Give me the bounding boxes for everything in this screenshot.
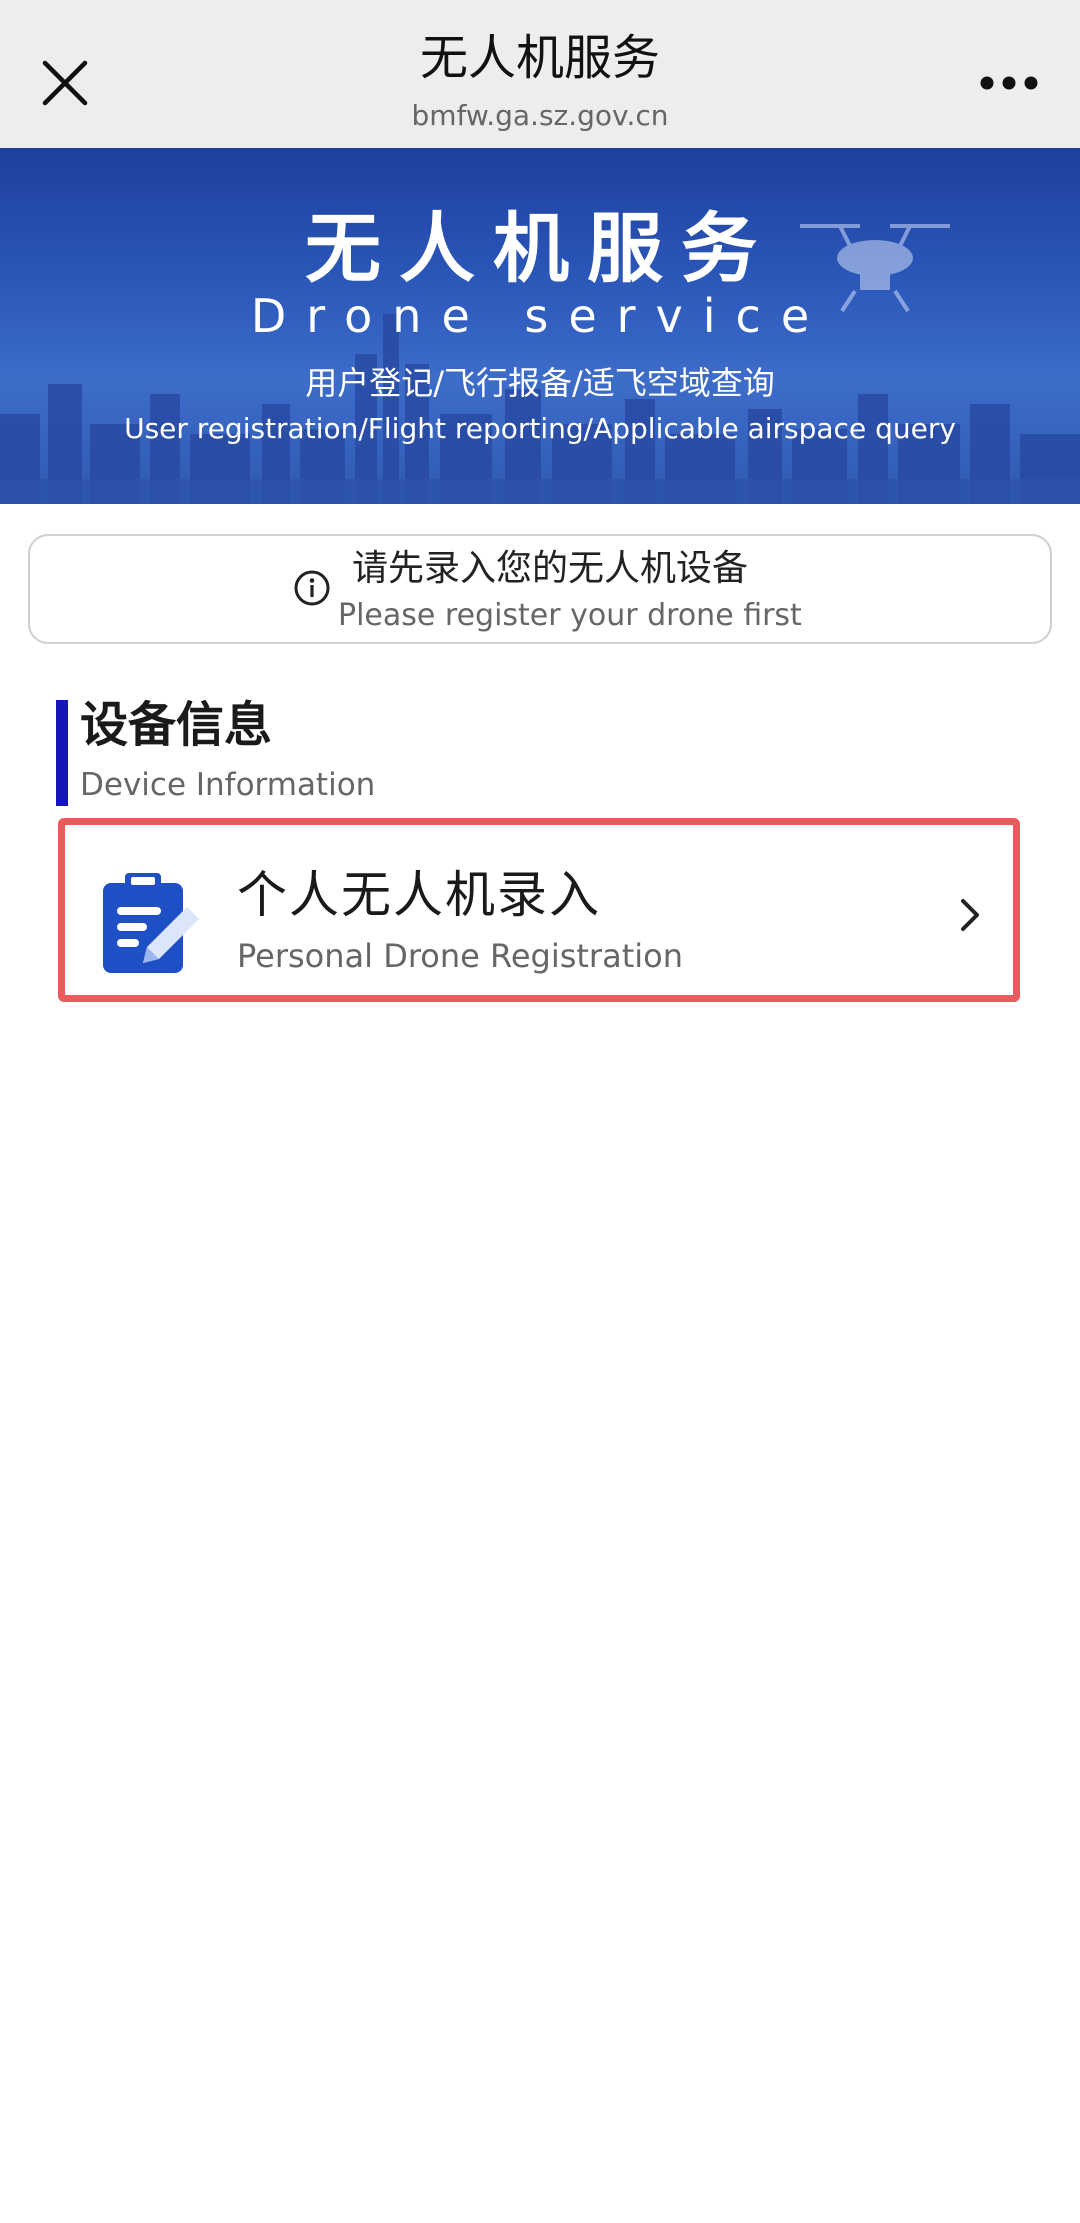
section-accent-bar: [56, 700, 68, 806]
page-title: 无人机服务: [419, 30, 660, 86]
registration-title: 个人无人机录入: [237, 866, 601, 924]
notice-box: 请先录入您的无人机设备 Please register your drone f…: [28, 534, 1052, 644]
banner-subtitle-en: User registration/Flight reporting/Appli…: [124, 412, 956, 445]
section-subtitle: Device Information: [80, 767, 376, 803]
clipboard-edit-icon: [103, 873, 199, 973]
banner-title-en: Drone service: [250, 289, 830, 343]
more-button[interactable]: [974, 60, 1044, 106]
notice-text-en: Please register your drone first: [338, 598, 802, 633]
banner: 无人机服务 Drone service 用户登记/飞行报备/适飞空域查询 Use…: [0, 148, 1080, 504]
nav-bar: 无人机服务 bmfw.ga.sz.gov.cn: [0, 0, 1080, 148]
more-icon: [980, 76, 1038, 90]
registration-subtitle: Personal Drone Registration: [237, 937, 683, 975]
page-url: bmfw.ga.sz.gov.cn: [411, 99, 669, 132]
info-icon: [294, 570, 330, 606]
banner-title: 无人机服务: [305, 204, 775, 293]
chevron-right-icon: [961, 899, 979, 931]
personal-drone-registration-item[interactable]: 个人无人机录入 Personal Drone Registration: [58, 818, 1020, 1002]
notice-text: 请先录入您的无人机设备: [352, 548, 749, 589]
banner-subtitle: 用户登记/飞行报备/适飞空域查询: [305, 364, 775, 402]
section-title: 设备信息: [80, 697, 273, 753]
